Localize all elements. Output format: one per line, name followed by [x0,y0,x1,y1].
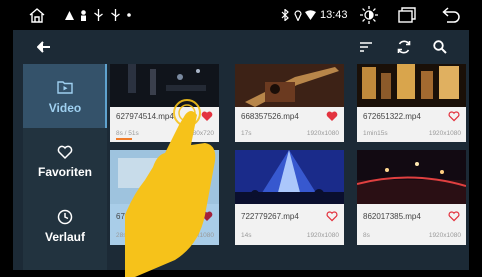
sidebar-item-verlauf[interactable]: Verlauf [23,198,107,262]
heart-icon[interactable] [448,110,460,122]
video-filename: 668357526.mp4 [241,112,299,121]
video-card[interactable]: 722779267.mp4 14s 1920x1080 [235,150,344,245]
video-filename: 722779267.mp4 [241,212,299,221]
video-player-app: Video Favoriten Verlauf 627974514.mp4 8s… [13,30,469,270]
dot-icon [127,13,131,17]
video-resolution: 1920x1080 [306,130,339,137]
video-thumbnail [235,150,344,204]
video-card[interactable]: 862017385.mp4 8s 1920x1080 [357,150,466,245]
wifi-icon [305,10,316,20]
clock-time: 13:43 [320,9,348,21]
video-filename: 672651322.mp4 [363,112,421,121]
notification-triangle-icon [65,11,74,20]
sidebar-item-label: Video [48,101,82,115]
video-duration: 1min15s [363,130,388,137]
video-thumbnail [357,64,466,107]
home-icon[interactable] [28,6,46,24]
brightness-icon[interactable] [359,5,379,25]
window-icon[interactable] [398,7,416,23]
sidebar-item-video[interactable]: Video [23,64,107,128]
video-filename: 862017385.mp4 [363,212,421,221]
bluetooth-icon [281,9,289,21]
sidebar: Video Favoriten Verlauf [23,64,107,270]
video-resolution: 1920x1080 [306,232,339,239]
heart-icon[interactable] [326,210,338,222]
video-card[interactable]: 668357526.mp4 17s 1920x1080 [235,64,344,142]
sidebar-item-favoriten[interactable]: Favoriten [23,131,107,195]
back-arrow-icon[interactable] [442,7,460,23]
heart-icon[interactable] [326,110,338,122]
usb-icon [94,9,103,21]
video-duration: 17s [241,130,252,137]
video-resolution: 1920x1080 [428,130,461,137]
pointing-hand-icon [125,99,216,277]
video-thumbnail [357,150,466,204]
usb-icon [111,9,120,21]
refresh-icon[interactable] [393,36,415,58]
video-thumbnail [235,64,344,107]
heart-icon [57,145,73,160]
video-folder-icon [57,81,73,94]
video-duration: 14s [241,232,252,239]
sidebar-item-label: Favoriten [37,165,92,179]
clock-icon [57,209,73,225]
video-resolution: 1920x1080 [428,232,461,239]
video-duration: 8s [363,232,370,239]
heart-icon[interactable] [448,210,460,222]
status-bar: 13:43 [0,0,482,30]
person-icon [81,10,86,21]
back-arrow-icon[interactable] [33,36,55,58]
location-icon [294,10,302,21]
filter-icon[interactable] [355,36,377,58]
video-card[interactable]: 672651322.mp4 1min15s 1920x1080 [357,64,466,142]
toolbar [13,30,469,64]
search-icon[interactable] [429,36,451,58]
sidebar-item-label: Verlauf [44,230,86,244]
